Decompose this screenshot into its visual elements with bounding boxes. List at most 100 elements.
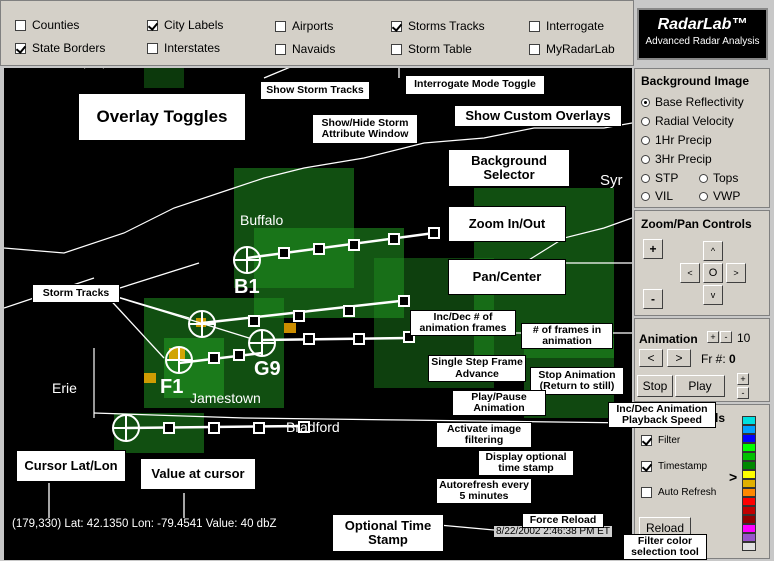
- color-swatch[interactable]: [742, 461, 756, 470]
- storm-id-g9: G9: [254, 358, 281, 380]
- callout-zoom-in-out: Zoom In/Out: [448, 206, 566, 242]
- city-erie: Erie: [52, 380, 77, 396]
- checkbox-box[interactable]: [529, 20, 540, 32]
- timestamp-checkbox[interactable]: Timestamp: [641, 461, 707, 472]
- color-swatch[interactable]: [742, 443, 756, 452]
- bg-option-radial-velocity[interactable]: Radial Velocity: [641, 114, 734, 128]
- radio-dot[interactable]: [641, 191, 650, 201]
- zoom-pan-title: Zoom/Pan Controls: [641, 217, 752, 231]
- overlay-airports-checkbox[interactable]: Airports: [275, 19, 333, 33]
- callout-num-frames: # of frames in animation: [521, 323, 613, 349]
- checkbox-box[interactable]: [641, 461, 652, 472]
- checkbox-box[interactable]: [529, 43, 540, 55]
- overlay-state-borders-checkbox[interactable]: State Borders: [15, 41, 105, 55]
- color-swatch[interactable]: [742, 533, 756, 542]
- checkbox-box[interactable]: [15, 42, 26, 54]
- color-swatch[interactable]: [742, 515, 756, 524]
- callout-show-storm-tracks: Show Storm Tracks: [260, 81, 370, 100]
- overlay-storm-tracks-checkbox[interactable]: Storms Tracks: [391, 19, 485, 33]
- callout-display-timestamp: Display optional time stamp: [478, 450, 574, 476]
- checkbox-box[interactable]: [641, 435, 652, 446]
- city-bradford: Bradford: [286, 419, 340, 435]
- bg-option-base-reflectivity[interactable]: Base Reflectivity: [641, 95, 744, 109]
- color-swatch[interactable]: [742, 452, 756, 461]
- pan-right-button[interactable]: >: [726, 263, 746, 283]
- callout-cursor-latlon: Cursor Lat/Lon: [16, 450, 126, 482]
- storm-id-f1: F1: [160, 376, 184, 398]
- background-image-title: Background Image: [641, 74, 750, 88]
- storm-id-b1: B1: [234, 276, 260, 298]
- bg-option-1hr-precip[interactable]: 1Hr Precip: [641, 133, 712, 147]
- animation-panel: Animation + - 10 < > Fr #: 0 Stop Play +…: [634, 318, 770, 402]
- callout-value-cursor: Value at cursor: [140, 458, 256, 490]
- checkbox-box[interactable]: [275, 43, 286, 55]
- color-swatch[interactable]: [742, 470, 756, 479]
- radio-dot[interactable]: [641, 116, 650, 126]
- bg-option-vil[interactable]: VIL: [641, 189, 673, 203]
- checkbox-box[interactable]: [275, 20, 286, 32]
- callout-storm-tracks: Storm Tracks: [32, 284, 120, 303]
- logo-subtitle: Advanced Radar Analysis: [645, 36, 760, 47]
- callout-interrogate-toggle: Interrogate Mode Toggle: [405, 75, 545, 95]
- filter-checkbox[interactable]: Filter: [641, 435, 680, 446]
- color-swatch[interactable]: [742, 506, 756, 515]
- auto-refresh-checkbox[interactable]: Auto Refresh: [641, 487, 716, 498]
- radio-dot[interactable]: [699, 173, 708, 183]
- checkbox-box[interactable]: [641, 487, 652, 498]
- callout-activate-filter: Activate image filtering: [436, 422, 532, 448]
- color-swatch[interactable]: [742, 542, 756, 551]
- checkbox-box[interactable]: [147, 19, 158, 31]
- color-swatch[interactable]: [742, 488, 756, 497]
- overlay-interstates-checkbox[interactable]: Interstates: [147, 41, 220, 55]
- radio-dot[interactable]: [641, 173, 650, 183]
- overlay-toolbar: Counties State Borders City Labels Inter…: [0, 0, 634, 66]
- color-swatch[interactable]: [742, 434, 756, 443]
- pan-up-button[interactable]: ^: [703, 241, 723, 261]
- bg-option-stp[interactable]: STP: [641, 171, 678, 185]
- bg-option-tops[interactable]: Tops: [699, 171, 738, 185]
- checkbox-box[interactable]: [391, 20, 402, 32]
- radio-dot[interactable]: [641, 97, 650, 107]
- overlay-storm-table-checkbox[interactable]: Storm Table: [391, 42, 472, 56]
- color-swatch[interactable]: [742, 425, 756, 434]
- play-button[interactable]: Play: [675, 375, 725, 397]
- frames-dec-button[interactable]: -: [720, 331, 732, 343]
- filter-color-scale[interactable]: [742, 416, 756, 551]
- color-swatch[interactable]: [742, 497, 756, 506]
- step-back-button[interactable]: <: [639, 349, 663, 367]
- zoom-out-button[interactable]: -: [643, 289, 663, 309]
- pan-down-button[interactable]: v: [703, 285, 723, 305]
- color-swatch[interactable]: [742, 524, 756, 533]
- step-forward-button[interactable]: >: [667, 349, 691, 367]
- callout-single-step: Single Step Frame Advance: [428, 355, 526, 382]
- overlay-navaids-checkbox[interactable]: Navaids: [275, 42, 335, 56]
- city-jamestown: Jamestown: [190, 390, 261, 406]
- callout-pan-center: Pan/Center: [448, 259, 566, 295]
- overlay-counties-checkbox[interactable]: Counties: [15, 18, 79, 32]
- overlay-interrogate-checkbox[interactable]: Interrogate: [529, 19, 604, 33]
- overlay-myradarlab-checkbox[interactable]: MyRadarLab: [529, 42, 615, 56]
- frames-inc-button[interactable]: +: [707, 331, 719, 343]
- animation-title: Animation: [639, 332, 698, 346]
- pan-center-button[interactable]: O: [703, 263, 723, 283]
- bg-option-vwp[interactable]: VWP: [699, 189, 740, 203]
- callout-playback-speed: Inc/Dec Animation Playback Speed: [608, 402, 716, 428]
- radio-dot[interactable]: [641, 135, 650, 145]
- pan-left-button[interactable]: <: [680, 263, 700, 283]
- speed-inc-button[interactable]: +: [737, 373, 749, 385]
- background-image-panel: Background Image Base Reflectivity Radia…: [634, 68, 770, 208]
- zoom-in-button[interactable]: +: [643, 239, 663, 259]
- stop-button[interactable]: Stop: [637, 375, 673, 397]
- color-swatch[interactable]: [742, 479, 756, 488]
- checkbox-box[interactable]: [147, 42, 158, 54]
- speed-dec-button[interactable]: -: [737, 387, 749, 399]
- callout-filter-color: Filter color selection tool: [623, 534, 707, 560]
- color-swatch[interactable]: [742, 416, 756, 425]
- radio-dot[interactable]: [641, 154, 650, 164]
- color-scale-marker: >: [729, 469, 738, 485]
- checkbox-box[interactable]: [15, 19, 26, 31]
- radio-dot[interactable]: [699, 191, 708, 201]
- overlay-city-labels-checkbox[interactable]: City Labels: [147, 18, 223, 32]
- checkbox-box[interactable]: [391, 43, 402, 55]
- bg-option-3hr-precip[interactable]: 3Hr Precip: [641, 152, 712, 166]
